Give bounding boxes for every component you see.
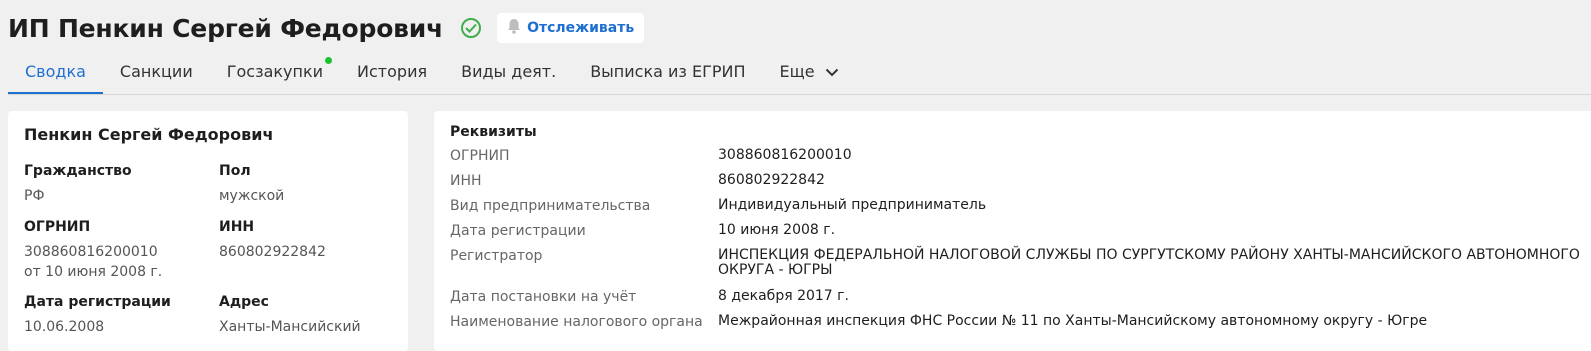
requisite-value: Межрайонная инспекция ФНС России № 11 по…: [718, 313, 1428, 329]
chevron-down-icon: [825, 62, 839, 81]
page-title: ИП Пенкин Сергей Федорович: [8, 13, 444, 43]
reg-date-label: Дата регистрации: [24, 294, 171, 310]
requisite-row: Дата регистрации 10 июня 2008 г.: [450, 222, 836, 240]
requisite-value: 308860816200010: [718, 147, 852, 163]
reg-date-value: 10.06.2008: [24, 319, 105, 335]
ogrnip-label: ОГРНИП: [24, 219, 91, 235]
requisite-key: Вид предпринимательства: [450, 198, 651, 214]
requisite-key: Дата регистрации: [450, 223, 586, 239]
tab-label: Санкции: [119, 61, 193, 81]
tab-history[interactable]: История: [340, 50, 444, 92]
gender-field: Пол мужской: [219, 163, 284, 206]
address-field: Адрес Ханты-Мансийский: [219, 294, 361, 337]
ogrnip-number: 308860816200010: [24, 244, 158, 260]
requisite-value: ИНСПЕКЦИЯ ФЕДЕРАЛЬНОЙ НАЛОГОВОЙ СЛУЖБЫ П…: [718, 248, 1580, 278]
bell-icon: [507, 18, 521, 38]
requisite-value-line: ИНСПЕКЦИЯ ФЕДЕРАЛЬНОЙ НАЛОГОВОЙ СЛУЖБЫ П…: [718, 247, 1580, 263]
tab-summary[interactable]: Сводка: [8, 50, 103, 94]
track-button-label: Отслеживать: [527, 20, 635, 36]
requisite-value: 10 июня 2008 г.: [718, 222, 836, 238]
requisite-value-line: ОКРУГА - ЮГРЫ: [718, 262, 833, 278]
requisite-row: Наименование налогового органа Межрайонн…: [450, 313, 1428, 331]
gender-value: мужской: [219, 188, 285, 204]
requisites-title: Реквизиты: [450, 124, 537, 140]
tab-egrip-extract[interactable]: Выписка из ЕГРИП: [573, 50, 762, 92]
requisites-card: Реквизиты ОГРНИП 308860816200010 ИНН 860…: [434, 111, 1591, 351]
ogrnip-value: 308860816200010 от 10 июня 2008 г.: [24, 242, 162, 282]
ogrnip-date: от 10 июня 2008 г.: [24, 264, 163, 280]
requisite-row: ИНН 860802922842: [450, 172, 825, 190]
check-circle-icon: [461, 18, 482, 38]
gender-label: Пол: [219, 163, 251, 179]
requisite-row: Регистратор ИНСПЕКЦИЯ ФЕДЕРАЛЬНОЙ НАЛОГО…: [450, 248, 1580, 278]
requisite-key: Регистратор: [450, 248, 543, 264]
track-button[interactable]: Отслеживать: [497, 13, 645, 43]
tab-bar: Сводка Санкции Госзакупки История Виды д…: [8, 50, 1591, 95]
requisite-key: Дата постановки на учёт: [450, 289, 637, 305]
tab-label: История: [357, 61, 428, 81]
tab-activities[interactable]: Виды деят.: [444, 50, 573, 92]
requisite-key: ОГРНИП: [450, 148, 510, 164]
inn-value: 860802922842: [219, 244, 326, 260]
requisite-row: Дата постановки на учёт 8 декабря 2017 г…: [450, 288, 849, 306]
address-value: Ханты-Мансийский: [219, 319, 361, 335]
citizenship-value: РФ: [24, 188, 45, 204]
ogrnip-field: ОГРНИП 308860816200010 от 10 июня 2008 г…: [24, 219, 162, 282]
tab-procurement[interactable]: Госзакупки: [210, 50, 340, 92]
tab-label: Еще: [779, 61, 815, 81]
requisite-row: Вид предпринимательства Индивидуальный п…: [450, 197, 987, 215]
tab-sanctions[interactable]: Санкции: [103, 50, 210, 92]
requisite-value: 8 декабря 2017 г.: [718, 288, 849, 304]
tab-label: Виды деят.: [461, 61, 557, 81]
requisite-row: ОГРНИП 308860816200010: [450, 147, 852, 165]
inn-label: ИНН: [219, 219, 255, 235]
requisite-key: Наименование налогового органа: [450, 314, 703, 330]
new-indicator-dot: [325, 57, 333, 64]
tab-label: Госзакупки: [226, 61, 324, 81]
citizenship-label: Гражданство: [24, 163, 132, 179]
person-card: Пенкин Сергей Федорович Гражданство РФ П…: [8, 111, 408, 351]
person-name: Пенкин Сергей Федорович: [24, 125, 274, 144]
page-header: ИП Пенкин Сергей Федорович Отслеживать: [8, 10, 645, 46]
tab-label: Выписка из ЕГРИП: [590, 61, 746, 81]
inn-field: ИНН 860802922842: [219, 219, 326, 262]
citizenship-field: Гражданство РФ: [24, 163, 132, 206]
requisite-value: 860802922842: [718, 172, 825, 188]
requisite-key: ИНН: [450, 173, 482, 189]
requisite-value: Индивидуальный предприниматель: [718, 197, 987, 213]
tab-more[interactable]: Еще: [763, 50, 856, 92]
tab-label: Сводка: [25, 61, 86, 81]
reg-date-field: Дата регистрации 10.06.2008: [24, 294, 171, 337]
address-label: Адрес: [219, 294, 269, 310]
